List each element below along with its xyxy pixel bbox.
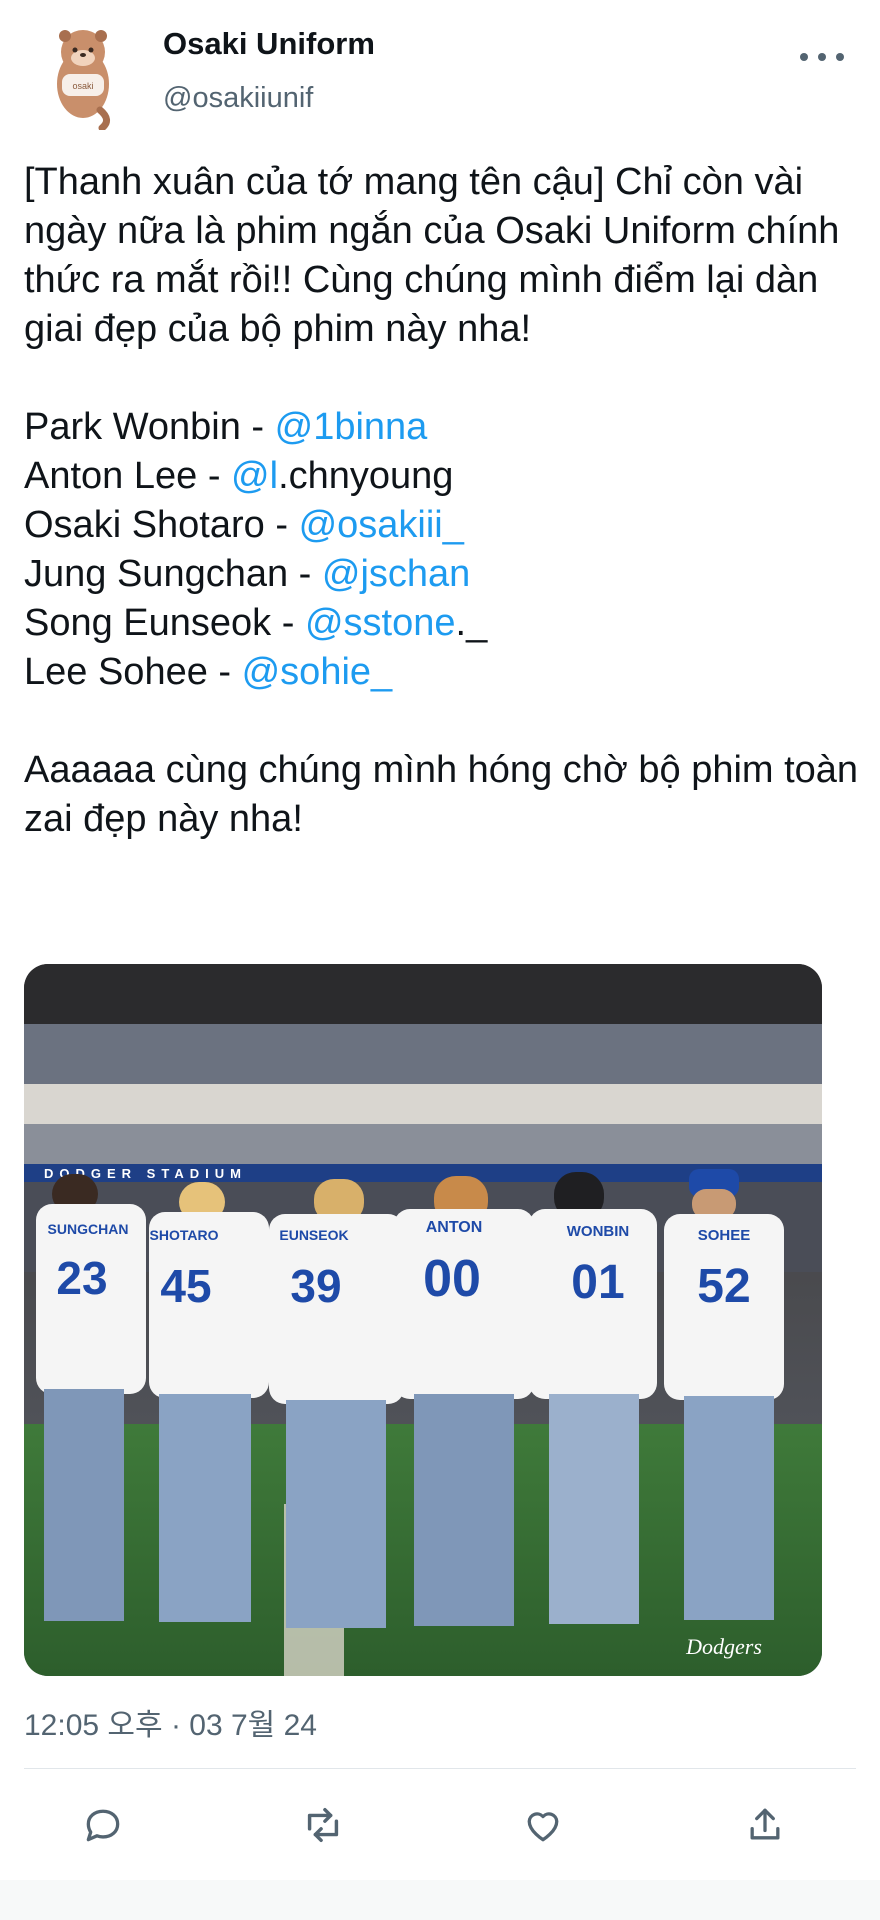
jersey-name: SUNGCHAN (48, 1221, 129, 1237)
jersey-number: 52 (697, 1260, 750, 1313)
svg-text:osaki: osaki (72, 81, 93, 91)
tweet-timestamp[interactable]: 12:05 오후 · 03 7월 24 (24, 1700, 317, 1744)
cast-line: Song Eunseok - @sstone._ (24, 602, 488, 644)
mention-link[interactable]: @sstone (305, 602, 456, 644)
jersey-group-2: SHOTARO 45 (149, 1182, 269, 1622)
more-options-icon[interactable] (800, 42, 844, 72)
cast-line: Osaki Shotaro - @osakiii_ (24, 504, 464, 546)
jersey-name: SOHEE (698, 1227, 751, 1244)
jersey-name: ANTON (426, 1219, 483, 1236)
cast-line: Anton Lee - @l.chnyoung (24, 455, 454, 497)
jersey-number: 23 (56, 1252, 107, 1304)
bottom-bar (0, 1880, 880, 1920)
photo-watermark: Dodgers (685, 1634, 762, 1659)
reply-icon (86, 1809, 120, 1842)
jersey-name: EUNSEOK (279, 1227, 348, 1243)
share-button[interactable] (740, 1800, 790, 1850)
tweet-photo[interactable]: DODGER STADIUM SUNGCHAN 23 SHOTARO 45 EU… (24, 964, 822, 1676)
retweet-icon (307, 1807, 339, 1843)
jersey-group-3: EUNSEOK 39 (269, 1179, 404, 1628)
jersey-number: 45 (160, 1260, 211, 1312)
heart-icon (527, 1812, 559, 1842)
mention-link[interactable]: @sohie_ (242, 651, 393, 693)
jersey-number: 39 (290, 1260, 341, 1312)
like-button[interactable] (518, 1800, 568, 1850)
mention-link[interactable]: @l (231, 455, 278, 497)
reply-button[interactable] (78, 1800, 128, 1850)
jersey-group-4: ANTON 00 (394, 1176, 534, 1626)
share-icon (750, 1808, 780, 1840)
jersey-name: WONBIN (567, 1223, 630, 1240)
avatar[interactable]: osaki (40, 22, 126, 132)
retweet-button[interactable] (298, 1800, 348, 1850)
jersey-name: SHOTARO (150, 1227, 219, 1243)
cast-line: Lee Sohee - @sohie_ (24, 651, 393, 693)
otter-avatar-icon: osaki (57, 30, 110, 132)
mention-link[interactable]: @osakiii_ (299, 504, 464, 546)
author-handle[interactable]: @osakiiunif (163, 82, 313, 115)
tweet-intro: [Thanh xuân của tớ mang tên cậu] Chỉ còn… (24, 161, 840, 350)
jersey-number: 00 (423, 1250, 481, 1308)
tweet-text: [Thanh xuân của tớ mang tên cậu] Chỉ còn… (24, 158, 864, 844)
cast-line: Jung Sungchan - @jschan (24, 553, 471, 595)
mention-link[interactable]: @jschan (322, 553, 470, 595)
jersey-number: 01 (571, 1256, 624, 1309)
tweet-outro: Aaaaaa cùng chúng mình hóng chờ bộ phim … (24, 749, 859, 840)
mention-link[interactable]: @1binna (275, 406, 428, 448)
divider (24, 1768, 856, 1769)
cast-line: Park Wonbin - @1binna (24, 406, 428, 448)
author-display-name[interactable]: Osaki Uniform (163, 26, 375, 62)
action-bar (0, 1790, 880, 1860)
